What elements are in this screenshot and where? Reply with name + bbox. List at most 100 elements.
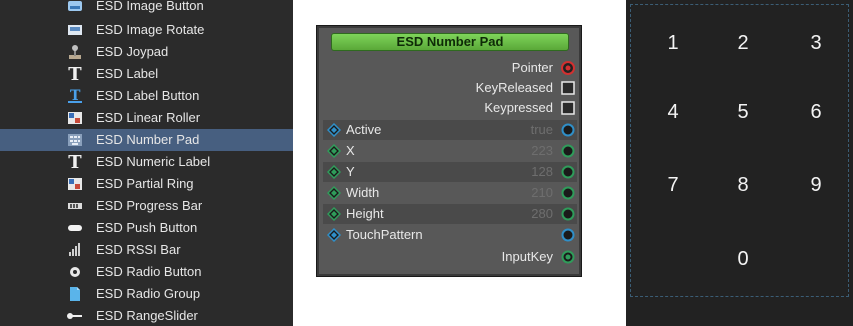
checkbox-pin-icon[interactable] [561, 81, 575, 95]
progress-bar-icon [66, 198, 84, 214]
diamond-pin-icon[interactable] [327, 165, 341, 179]
property-row-y: Y 128 [323, 162, 577, 182]
property-value[interactable]: 210 [531, 185, 553, 201]
palette-item-image-button[interactable]: ESD Image Button [0, 0, 293, 17]
property-label: Width [346, 185, 380, 200]
text-icon: T [68, 63, 82, 85]
circle-pin-icon[interactable] [561, 207, 575, 221]
checkbox-pin-icon[interactable] [561, 101, 575, 115]
palette-item-rssi-bar[interactable]: ESD RSSI Bar [0, 239, 293, 261]
key-2[interactable]: 2 [723, 28, 763, 58]
number-pad-icon [66, 132, 84, 148]
pin-label: Keypressed [484, 100, 553, 115]
key-3[interactable]: 3 [796, 28, 836, 58]
node-title[interactable]: ESD Number Pad [331, 33, 569, 51]
palette-item-number-pad[interactable]: ESD Number Pad [0, 129, 293, 151]
pointer-pin-icon[interactable] [561, 61, 575, 75]
property-label: TouchPattern [346, 227, 423, 242]
property-value[interactable]: 280 [531, 206, 553, 222]
palette-item-label: ESD Label Button [96, 88, 200, 103]
palette-item-label: ESD Progress Bar [96, 198, 203, 213]
key-1[interactable]: 1 [653, 28, 693, 58]
key-7[interactable]: 7 [653, 170, 693, 200]
circle-pin-icon[interactable] [561, 144, 575, 158]
image-button-icon [66, 0, 84, 14]
palette-item-label: ESD RangeSlider [96, 308, 198, 323]
palette-item-label: ESD Linear Roller [96, 110, 201, 125]
diamond-pin-icon[interactable] [327, 144, 341, 158]
palette-item-label: ESD Number Pad [96, 132, 200, 147]
palette-item-joypad[interactable]: ESD Joypad [0, 41, 293, 63]
diamond-pin-icon[interactable] [327, 123, 341, 137]
palette-item-numeric-label[interactable]: T ESD Numeric Label [0, 151, 293, 173]
push-button-icon [66, 220, 84, 236]
diamond-pin-icon[interactable] [327, 228, 341, 242]
palette-item-push-button[interactable]: ESD Push Button [0, 217, 293, 239]
palette-item-label: ESD Image Rotate [96, 22, 205, 37]
text-icon: T [68, 151, 82, 173]
key-9[interactable]: 9 [796, 170, 836, 200]
key-0[interactable]: 0 [723, 244, 763, 274]
joystick-icon [66, 44, 84, 60]
radio-button-icon [66, 264, 84, 280]
partial-ring-icon [66, 176, 84, 192]
key-5[interactable]: 5 [723, 97, 763, 127]
palette-item-label: ESD Radio Button [96, 264, 202, 279]
property-row-touchpattern: TouchPattern [323, 225, 577, 245]
diamond-pin-icon[interactable] [327, 186, 341, 200]
radio-group-icon [66, 286, 84, 302]
key-6[interactable]: 6 [796, 97, 836, 127]
property-row-active: Active true [323, 120, 577, 140]
range-slider-icon [66, 308, 84, 324]
palette-item-label: ESD Push Button [96, 220, 198, 235]
circle-pin-icon[interactable] [561, 123, 575, 137]
circle-pin-icon[interactable] [561, 228, 575, 242]
palette-item-label: ESD Image Button [96, 0, 204, 13]
number-pad-node[interactable]: ESD Number Pad Pointer KeyReleased Keypr… [316, 25, 582, 277]
palette-item-label[interactable]: T ESD Label [0, 63, 293, 85]
pin-label: Pointer [511, 60, 553, 75]
pin-label: KeyReleased [475, 80, 553, 95]
palette-item-label: ESD Partial Ring [96, 176, 194, 191]
palette-item-linear-roller[interactable]: ESD Linear Roller [0, 107, 293, 129]
widget-palette: ESD Image Button ESD Image Rotate ESD Jo… [0, 0, 293, 326]
palette-item-label: ESD Label [96, 66, 159, 81]
property-label: Height [346, 206, 384, 221]
palette-item-label-button[interactable]: T ESD Label Button [0, 85, 293, 107]
property-label: Y [346, 164, 355, 179]
property-label: Active [346, 122, 382, 137]
image-rotate-icon [66, 22, 84, 38]
palette-item-label: ESD Radio Group [96, 286, 201, 301]
pin-row-inputkey: InputKey [323, 247, 577, 267]
palette-item-label: ESD RSSI Bar [96, 242, 181, 257]
palette-item-partial-ring[interactable]: ESD Partial Ring [0, 173, 293, 195]
text-button-icon: T [66, 88, 84, 104]
key-4[interactable]: 4 [653, 97, 693, 127]
property-row-height: Height 280 [323, 204, 577, 224]
palette-item-range-slider[interactable]: ESD RangeSlider [0, 305, 293, 326]
number-pad-preview: 1 2 3 4 5 6 7 8 9 0 [626, 0, 853, 326]
property-value[interactable]: true [531, 122, 553, 138]
property-row-x: X 223 [323, 141, 577, 161]
pin-row-keyreleased: KeyReleased [323, 78, 577, 98]
pin-label: InputKey [501, 249, 553, 264]
diamond-pin-icon[interactable] [327, 207, 341, 221]
palette-item-image-rotate[interactable]: ESD Image Rotate [0, 19, 293, 41]
circle-pin-icon[interactable] [561, 186, 575, 200]
property-value[interactable]: 128 [531, 164, 553, 180]
palette-item-radio-button[interactable]: ESD Radio Button [0, 261, 293, 283]
roller-icon [66, 110, 84, 126]
pin-row-keypressed: Keypressed [323, 98, 577, 118]
palette-item-progress-bar[interactable]: ESD Progress Bar [0, 195, 293, 217]
palette-item-label: ESD Joypad [96, 44, 169, 59]
palette-item-radio-group[interactable]: ESD Radio Group [0, 283, 293, 305]
property-label: X [346, 143, 355, 158]
circle-pin-icon[interactable] [561, 165, 575, 179]
rssi-bar-icon [66, 242, 84, 258]
circle-pin-icon[interactable] [561, 250, 575, 264]
pin-row-pointer: Pointer [323, 58, 577, 78]
palette-item-label: ESD Numeric Label [96, 154, 211, 169]
property-value[interactable]: 223 [531, 143, 553, 159]
key-8[interactable]: 8 [723, 170, 763, 200]
property-row-width: Width 210 [323, 183, 577, 203]
